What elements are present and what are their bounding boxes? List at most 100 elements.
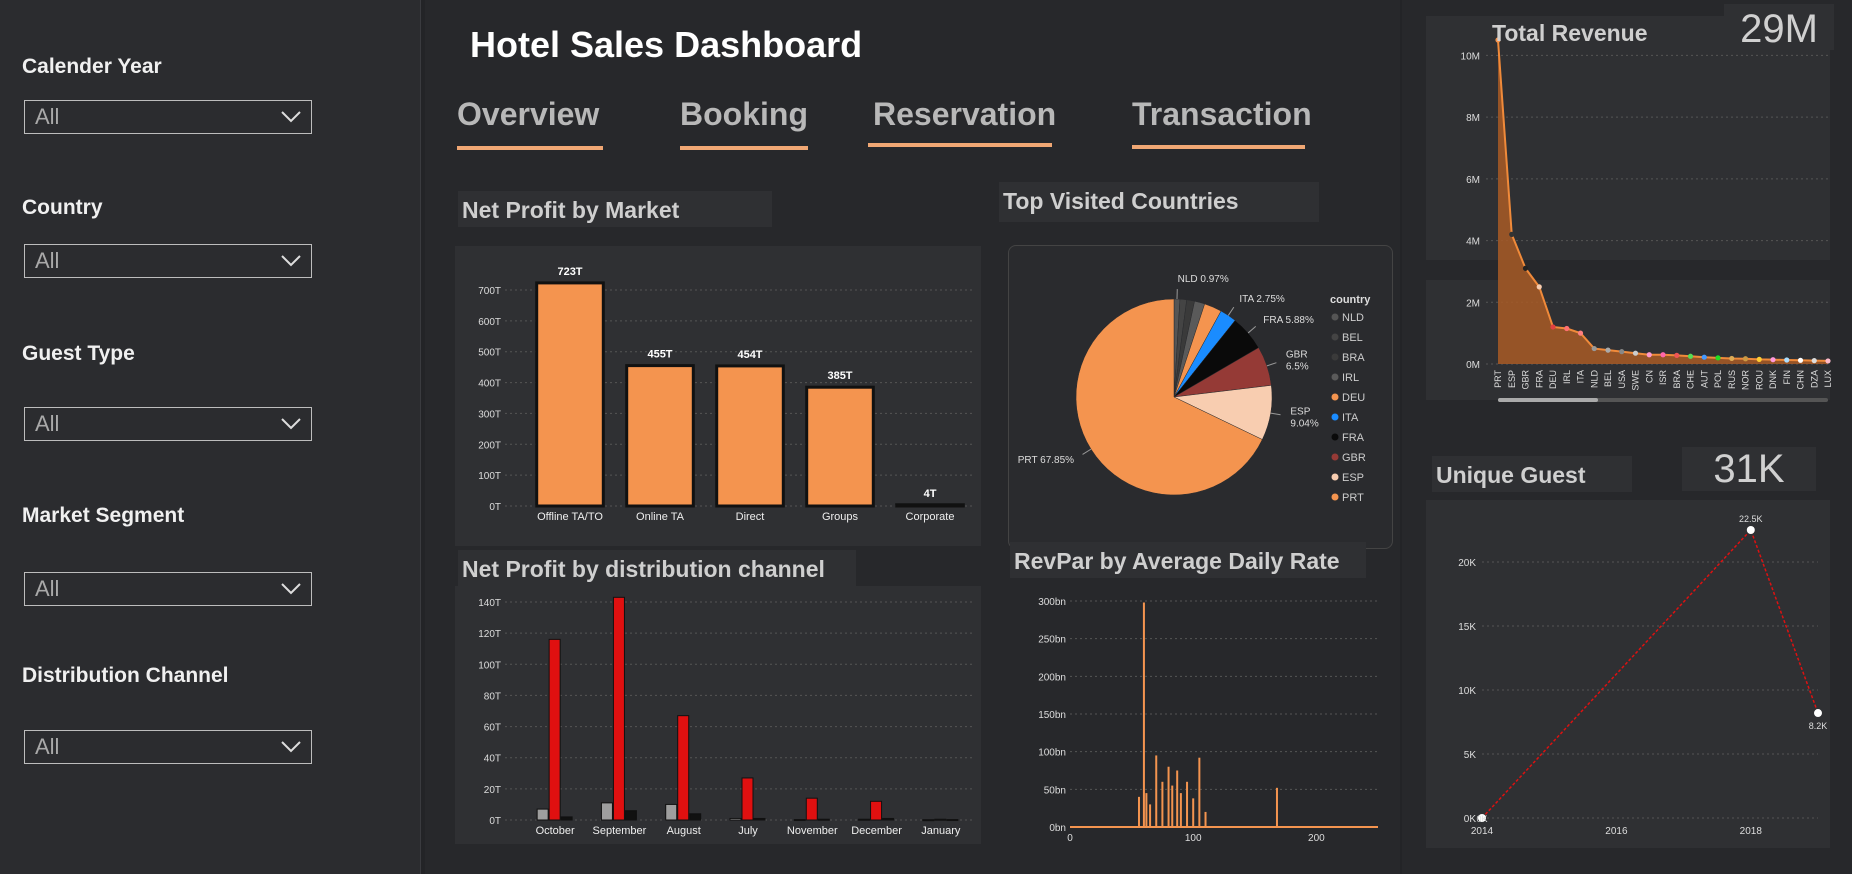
top-countries-chart: NLD 0.97%ITA 2.75%FRA 5.88%GBR6.5%ESP9.0… [1018, 274, 1371, 504]
leader-line [1266, 362, 1277, 367]
distribution-channel-dropdown[interactable]: All [24, 730, 312, 764]
bar [677, 715, 690, 821]
bar [753, 817, 766, 821]
country-dropdown[interactable]: All [24, 244, 312, 278]
slice-label: FRA 5.88% [1263, 315, 1314, 326]
y-tick-label: 700T [478, 286, 501, 297]
bar [1275, 787, 1278, 827]
x-tick-label: 200 [1308, 833, 1325, 844]
data-point [1701, 354, 1707, 360]
bar [1179, 793, 1182, 827]
bar [741, 777, 754, 821]
series-line [1497, 39, 1829, 362]
slice-label: ESP [1290, 406, 1310, 417]
y-tick-label: 0K [1464, 814, 1477, 825]
x-tick-label: ESP [1507, 370, 1517, 388]
dropdown-value: All [35, 734, 60, 759]
legend-label: PRT [1342, 492, 1364, 504]
data-point [1811, 358, 1817, 364]
data-point [1660, 352, 1666, 358]
data-label: 4T [924, 488, 937, 500]
dropdown-value: All [35, 248, 60, 273]
legend-marker [1331, 473, 1339, 481]
legend-marker [1331, 353, 1339, 361]
guest-type-dropdown[interactable]: All [24, 407, 312, 441]
legend-marker [1331, 373, 1339, 381]
data-label: 454T [737, 349, 762, 361]
x-tick-label: September [593, 825, 647, 837]
bar [600, 802, 613, 821]
tab-reservation[interactable]: Reservation [873, 96, 1056, 133]
x-tick-label: Direct [736, 511, 765, 523]
x-tick-label: DEU [1548, 370, 1558, 389]
y-tick-label: 300T [478, 409, 501, 420]
slice-label: ITA 2.75% [1239, 294, 1285, 305]
data-point [1577, 330, 1584, 336]
scrollbar-thumb [1498, 398, 1598, 402]
data-point [1729, 355, 1735, 362]
bar [817, 818, 830, 821]
filter-panel: Calender Year All Country All Guest Type… [0, 0, 421, 874]
bar [1198, 757, 1201, 827]
bar [624, 810, 637, 821]
data-point [1746, 526, 1755, 534]
slicer-label-guest-type: Guest Type [22, 342, 135, 365]
x-tick-label: October [536, 825, 575, 837]
y-tick-label: 10K [1458, 686, 1476, 697]
x-tick-label: Corporate [906, 511, 955, 523]
data-point [1591, 345, 1597, 352]
dropdown-value: All [35, 576, 60, 601]
dropdown-value: All [35, 411, 60, 436]
y-tick-label: 50bn [1044, 785, 1066, 796]
leader-line [1270, 412, 1281, 416]
y-tick-label: 300bn [1038, 597, 1066, 608]
chevron-down-icon [281, 583, 301, 595]
y-tick-label: 0bn [1049, 823, 1066, 834]
data-point [1605, 347, 1611, 353]
page-title: Hotel Sales Dashboard [470, 24, 863, 65]
data-point [1646, 352, 1652, 358]
data-point [1742, 356, 1749, 362]
revpar-chart: 0bn 50bn 100bn 150bn 200bn 250bn 300bn 0 100 200 [1038, 597, 1378, 844]
x-tick-label: SWE [1631, 370, 1641, 391]
slicer-label-market-segment: Market Segment [22, 504, 185, 527]
bar [1161, 781, 1164, 827]
x-tick-label: CN [1644, 370, 1654, 383]
data-point [1687, 353, 1694, 359]
data-point [1674, 352, 1680, 358]
net-profit-market-title: Net Profit by Market [458, 191, 772, 227]
data-label: 22.5K [1739, 514, 1763, 524]
tab-booking[interactable]: Booking [680, 96, 808, 133]
bar [922, 819, 935, 822]
y-tick-label: 4M [1466, 237, 1480, 248]
leader-line [1082, 448, 1092, 455]
x-tick-label: IRL [1562, 370, 1572, 384]
data-point [1784, 357, 1790, 363]
legend-label: GBR [1342, 452, 1366, 464]
calendar-year-dropdown[interactable]: All [24, 100, 312, 134]
x-tick-label: ISR [1658, 370, 1668, 386]
legend-marker [1331, 493, 1339, 501]
tab-overview[interactable]: Overview [457, 96, 599, 133]
legend-marker [1331, 433, 1339, 441]
x-tick-label: NOR [1741, 370, 1751, 391]
leader-line [1227, 306, 1235, 316]
tab-transaction[interactable]: Transaction [1132, 96, 1312, 133]
bar [535, 281, 605, 508]
net-profit-channel-chart: 0T 20T 40T 60T 80T 100T 120T 140T October Septemb… [478, 596, 975, 837]
slice-label: PRT 67.85% [1018, 455, 1074, 466]
x-tick-label: July [738, 825, 758, 837]
legend-marker [1331, 453, 1339, 461]
legend-label: IRL [1342, 372, 1359, 384]
revpar-title: RevPar by Average Daily Rate [1010, 542, 1366, 578]
data-label: 723T [557, 266, 582, 278]
bar [1192, 798, 1195, 827]
series-line [1481, 528, 1819, 819]
market-segment-dropdown[interactable]: All [24, 572, 312, 606]
x-tick-label: 2014 [1471, 826, 1494, 837]
x-tick-label: BEL [1603, 370, 1613, 387]
y-tick-label: 8M [1466, 113, 1480, 124]
x-tick-label: PRT [1493, 370, 1503, 388]
legend-title: country [1330, 294, 1371, 306]
data-point [1536, 284, 1542, 290]
